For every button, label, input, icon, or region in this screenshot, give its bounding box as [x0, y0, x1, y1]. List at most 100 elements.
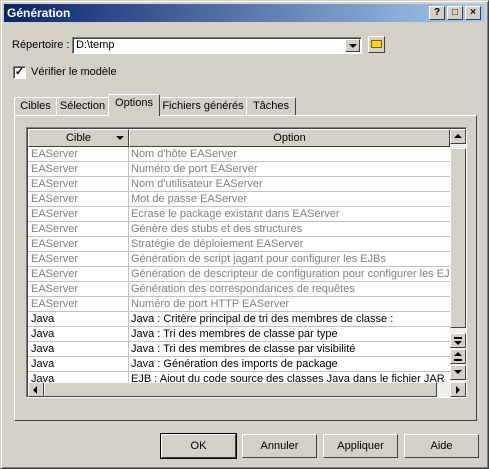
window-title: Génération: [7, 6, 71, 20]
to-bottom-icon: [454, 359, 462, 361]
cell-option: Java : Critère principal de tri des memb…: [131, 313, 394, 325]
table-row[interactable]: EAServer Nom d'hôte EAServer: [28, 147, 450, 162]
column-divider: [128, 297, 129, 312]
column-divider: [128, 222, 129, 237]
cell-cible: EAServer: [31, 223, 79, 235]
horizontal-scroll-thumb[interactable]: [44, 382, 437, 397]
cell-cible: EAServer: [31, 208, 79, 220]
table-row[interactable]: Java Java : Tri des membres de classe par…: [28, 342, 450, 357]
cell-cible: EAServer: [31, 268, 79, 280]
cell-cible: Java: [31, 313, 55, 325]
browse-folder-button[interactable]: [368, 36, 385, 53]
cell-option: Génère des stubs et des structures: [131, 223, 303, 235]
table-row[interactable]: EAServer Stratégie de déploiement EAServe…: [28, 237, 450, 252]
options-grid[interactable]: Cible Option EAServer Nom d'hôte EAServer…: [26, 127, 467, 398]
sort-down-icon: [116, 136, 124, 140]
cell-cible: Java: [31, 328, 55, 340]
tab-cibles[interactable]: Cibles: [14, 97, 57, 115]
scroll-down-button[interactable]: [450, 365, 466, 380]
help-title-button[interactable]: ?: [429, 6, 445, 20]
scroll-left-button[interactable]: [28, 382, 44, 397]
table-row[interactable]: EAServer Numéro de port HTTP EAServer: [28, 297, 450, 312]
table-row[interactable]: Java Java : Tri des membres de classe par…: [28, 327, 450, 342]
tab-selection[interactable]: Sélection: [56, 97, 109, 115]
table-row[interactable]: EAServer Nom d'utilisateur EAServer: [28, 177, 450, 192]
options-panel: Cible Option EAServer Nom d'hôte EAServer…: [14, 115, 477, 421]
directory-combo[interactable]: D:\temp: [72, 37, 362, 54]
maximize-button[interactable]: □: [447, 6, 463, 20]
column-header-cible[interactable]: Cible: [28, 129, 129, 147]
column-divider: [128, 177, 129, 192]
arrow-right-icon: [456, 386, 460, 394]
cell-cible: EAServer: [31, 298, 79, 310]
table-row[interactable]: Java Java : Génération des imports de pac…: [28, 357, 450, 372]
column-divider: [128, 357, 129, 372]
cell-option: Ecrase le package existant dans EAServer: [131, 208, 340, 220]
table-row[interactable]: EAServer Génération des correspondances d…: [28, 282, 450, 297]
cell-option: Génération des correspondances de requêt…: [131, 283, 355, 295]
arrow-up-icon: [454, 134, 462, 138]
cell-cible: EAServer: [31, 148, 79, 160]
column-divider: [128, 312, 129, 327]
tab-options[interactable]: Options: [108, 94, 160, 116]
folder-icon: [371, 40, 382, 48]
cell-cible: EAServer: [31, 283, 79, 295]
arrow-up-small-icon: [454, 341, 462, 345]
table-row[interactable]: Java Java : Critère principal de tri des …: [28, 312, 450, 327]
tab-fichiers-generes[interactable]: Fichiers générés: [159, 97, 247, 115]
scroll-bottom-button[interactable]: [450, 349, 466, 364]
column-divider: [128, 162, 129, 177]
cell-cible: Java: [31, 343, 55, 355]
cell-option: Java : Tri des membres de classe par typ…: [131, 328, 338, 340]
column-header-cible-label: Cible: [65, 132, 92, 144]
cell-option: Stratégie de déploiement EAServer: [131, 238, 304, 250]
arrow-down-small-icon: [454, 352, 462, 356]
arrow-left-icon: [33, 386, 37, 394]
column-divider: [128, 342, 129, 357]
scroll-top-button[interactable]: [450, 333, 466, 348]
cell-option: Java : Tri des membres de classe par vis…: [131, 343, 356, 355]
apply-button[interactable]: Appliquer: [323, 434, 398, 458]
column-divider: [128, 267, 129, 282]
to-top-icon: [454, 337, 462, 339]
vertical-scrollbar[interactable]: [450, 129, 466, 382]
cell-option: Mot de passe EAServer: [131, 193, 248, 205]
table-row[interactable]: EAServer Ecrase le package existant dans …: [28, 207, 450, 222]
directory-dropdown-button[interactable]: [345, 39, 360, 52]
verify-model-checkbox[interactable]: ✓: [13, 66, 26, 79]
table-row[interactable]: EAServer Génération de script jagant pour…: [28, 252, 450, 267]
vertical-scroll-thumb[interactable]: [450, 148, 466, 328]
column-divider: [128, 252, 129, 267]
title-bar[interactable]: Génération ? □ ×: [4, 4, 485, 22]
cancel-button[interactable]: Annuler: [242, 434, 317, 458]
scroll-up-button[interactable]: [450, 129, 466, 144]
verify-model-label[interactable]: Vérifier le modèle: [31, 66, 117, 78]
table-row[interactable]: EAServer Mot de passe EAServer: [28, 192, 450, 207]
cell-option: Nom d'hôte EAServer: [131, 148, 238, 160]
help-button[interactable]: Aide: [404, 434, 479, 458]
table-row[interactable]: EAServer Génération de descripteur de con…: [28, 267, 450, 282]
column-header-option[interactable]: Option: [129, 129, 450, 147]
cell-option: Java : Génération des imports de package: [131, 358, 338, 370]
horizontal-scrollbar[interactable]: [28, 382, 466, 397]
table-row[interactable]: EAServer Numéro de port EAServer: [28, 162, 450, 177]
column-divider: [128, 327, 129, 342]
directory-label: Répertoire :: [12, 39, 70, 51]
cell-cible: EAServer: [31, 178, 79, 190]
column-divider: [128, 147, 129, 162]
close-button[interactable]: ×: [465, 6, 481, 20]
ok-button[interactable]: OK: [160, 433, 237, 459]
tab-taches[interactable]: Tâches: [246, 97, 296, 115]
cell-cible: Java: [31, 358, 55, 370]
scroll-right-button[interactable]: [450, 382, 466, 397]
directory-value: D:\temp: [76, 39, 115, 51]
column-divider: [128, 237, 129, 252]
cell-option: Génération de script jagant pour configu…: [131, 253, 386, 265]
table-row[interactable]: EAServer Génère des stubs et des structur…: [28, 222, 450, 237]
cell-option: Numéro de port EAServer: [131, 163, 258, 175]
column-divider: [128, 192, 129, 207]
cell-cible: EAServer: [31, 163, 79, 175]
column-divider: [128, 207, 129, 222]
cell-option: Génération de descripteur de configurati…: [131, 268, 449, 280]
arrow-down-icon: [454, 370, 462, 374]
